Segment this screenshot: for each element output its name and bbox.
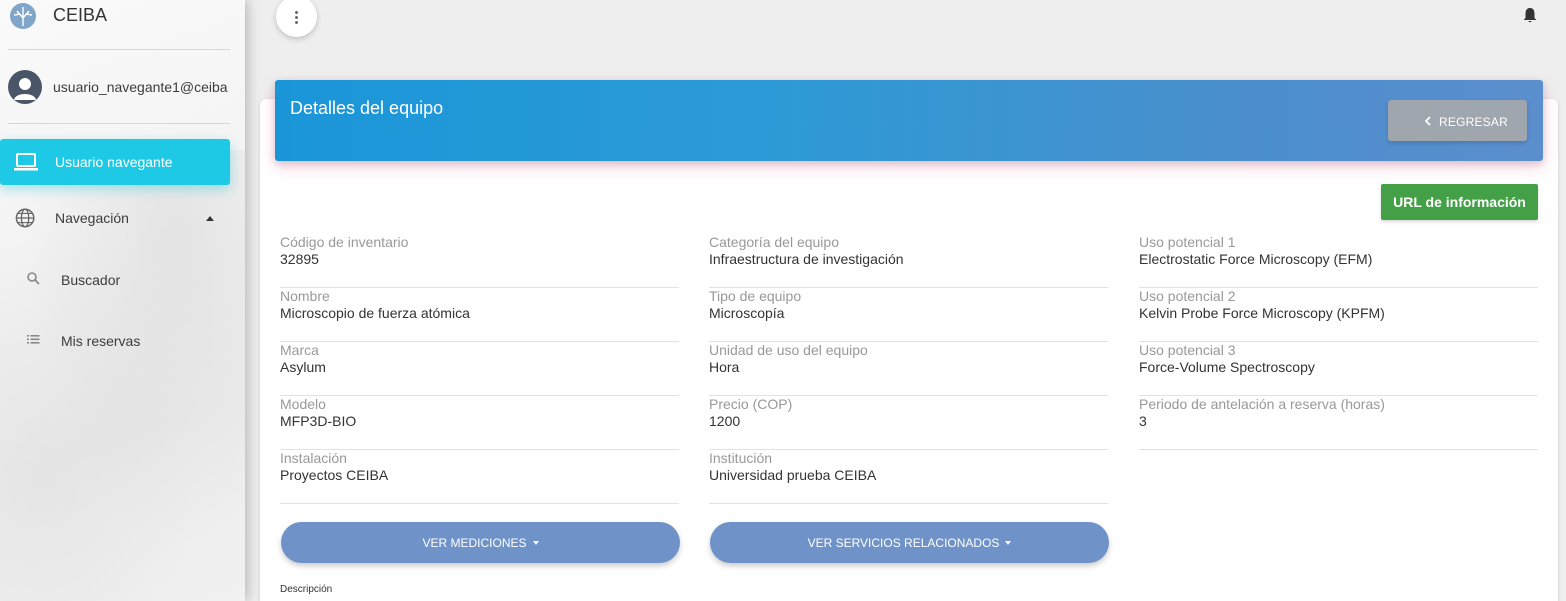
divider: [8, 49, 230, 50]
field-modelo: Modelo MFP3D-BIO: [280, 396, 679, 450]
sidebar-subitem-label: Mis reservas: [61, 333, 141, 349]
field-label: Nombre: [280, 288, 330, 304]
back-button[interactable]: REGRESAR: [1388, 100, 1527, 141]
sidebar-subitem-mis-reservas[interactable]: Mis reservas: [0, 320, 230, 360]
field-periodo-antelacion: Periodo de antelación a reserva (horas) …: [1139, 396, 1538, 450]
field-label: Institución: [709, 450, 773, 466]
info-url-button[interactable]: URL de información: [1381, 184, 1538, 220]
divider: [8, 123, 230, 124]
field-value: Universidad prueba CEIBA: [709, 467, 877, 483]
field-value: Infraestructura de investigación: [709, 251, 904, 267]
caret-up-icon: [206, 216, 214, 221]
field-precio: Precio (COP) 1200: [709, 396, 1108, 450]
sidebar-item-label: Navegación: [55, 210, 129, 226]
field-value: 32895: [280, 251, 319, 267]
sidebar-item-navegacion[interactable]: Navegación: [0, 195, 230, 241]
chevron-left-icon: [1424, 116, 1431, 126]
brand-name: CEIBA: [53, 5, 108, 25]
field-value: Microscopio de fuerza atómica: [280, 305, 470, 321]
field-label: Tipo de equipo: [709, 288, 802, 304]
button-text: VER MEDICIONES: [422, 536, 527, 550]
caret-down-icon: [532, 541, 539, 545]
ver-mediciones-label: VER MEDICIONES: [281, 536, 680, 550]
caret-down-icon: [1005, 541, 1012, 545]
field-nombre: Nombre Microscopio de fuerza atómica: [280, 288, 679, 342]
tree-logo-icon: [10, 3, 36, 29]
field-value: Proyectos CEIBA: [280, 467, 389, 483]
field-uso-potencial-3: Uso potencial 3 Force-Volume Spectroscop…: [1139, 342, 1538, 396]
notifications-bell-icon[interactable]: [1521, 6, 1539, 24]
laptop-icon: [14, 153, 38, 171]
field-label: Uso potencial 1: [1139, 234, 1236, 250]
field-value: Electrostatic Force Microscopy (EFM): [1139, 251, 1373, 267]
user-email: usuario_navegante1@ceiba: [53, 79, 228, 95]
list-icon: [27, 335, 40, 344]
ver-mediciones-button[interactable]: VER MEDICIONES: [281, 522, 680, 563]
field-label: Código de inventario: [280, 234, 409, 250]
search-icon: [27, 272, 40, 285]
sidebar-item-label: Usuario navegante: [55, 154, 173, 170]
sidebar: CEIBA usuario_navegante1@ceiba Usuario n…: [0, 0, 245, 601]
field-label: Precio (COP): [709, 396, 793, 412]
field-institucion: Institución Universidad prueba CEIBA: [709, 450, 1108, 504]
field-label: Unidad de uso del equipo: [709, 342, 868, 358]
sidebar-subitem-buscador[interactable]: Buscador: [0, 259, 230, 299]
field-value: Hora: [709, 359, 740, 375]
user-icon: [14, 78, 36, 100]
field-label: Periodo de antelación a reserva (horas): [1139, 396, 1385, 412]
ver-servicios-label: VER SERVICIOS RELACIONADOS: [710, 536, 1109, 550]
ver-servicios-button[interactable]: VER SERVICIOS RELACIONADOS: [710, 522, 1109, 563]
field-marca: Marca Asylum: [280, 342, 679, 396]
field-tipo-equipo: Tipo de equipo Microscopía: [709, 288, 1108, 342]
field-value: Asylum: [280, 359, 326, 375]
field-value: Force-Volume Spectroscopy: [1139, 359, 1315, 375]
button-text: VER SERVICIOS RELACIONADOS: [807, 536, 1000, 550]
back-button-label: REGRESAR: [1439, 115, 1508, 129]
field-label: Uso potencial 3: [1139, 342, 1236, 358]
field-label: Uso potencial 2: [1139, 288, 1236, 304]
field-value: 1200: [709, 413, 741, 429]
field-codigo-inventario: Código de inventario 32895: [280, 234, 679, 288]
page-title: Detalles del equipo: [290, 98, 444, 118]
field-categoria: Categoría del equipo Infraestructura de …: [709, 234, 1108, 288]
sidebar-subitem-label: Buscador: [61, 272, 121, 288]
field-value: Kelvin Probe Force Microscopy (KPFM): [1139, 305, 1385, 321]
globe-icon: [15, 208, 35, 228]
field-label: Categoría del equipo: [709, 234, 839, 250]
field-label: Marca: [280, 342, 319, 358]
field-uso-potencial-1: Uso potencial 1 Electrostatic Force Micr…: [1139, 234, 1538, 288]
field-label: Instalación: [280, 450, 347, 466]
field-label: Modelo: [280, 396, 326, 412]
more-menu-button[interactable]: [276, 0, 317, 37]
description-label: Descripción: [280, 584, 333, 595]
field-unidad-uso: Unidad de uso del equipo Hora: [709, 342, 1108, 396]
sidebar-item-usuario-navegante[interactable]: Usuario navegante: [0, 139, 230, 185]
more-vert-icon: [295, 11, 298, 24]
field-uso-potencial-2: Uso potencial 2 Kelvin Probe Force Micro…: [1139, 288, 1538, 342]
field-value: Microscopía: [709, 305, 785, 321]
card-header: Detalles del equipo REGRESAR: [275, 80, 1543, 161]
field-instalacion: Instalación Proyectos CEIBA: [280, 450, 679, 504]
field-value: MFP3D-BIO: [280, 413, 357, 429]
avatar: [8, 70, 42, 104]
user-profile[interactable]: usuario_navegante1@ceiba: [0, 68, 245, 108]
field-value: 3: [1139, 413, 1147, 429]
brand[interactable]: CEIBA: [0, 0, 245, 50]
